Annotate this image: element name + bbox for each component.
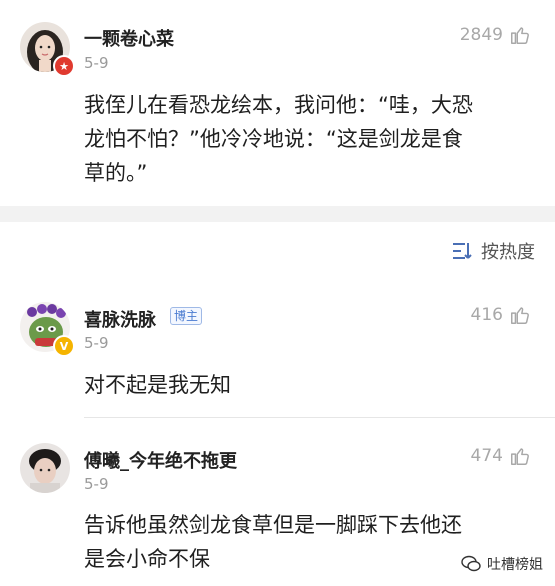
blogger-tag: 博主 xyxy=(170,307,203,325)
wechat-icon xyxy=(461,555,481,572)
post-like-button[interactable]: 2849 xyxy=(460,24,531,46)
post-text: 我侄儿在看恐龙绘本，我问他：“哇，大恐 龙怕不怕？”他冷冷地说：“这是剑龙是食 … xyxy=(84,88,473,190)
comment-text-line: 对不起是我无知 xyxy=(84,373,231,397)
post-date: 5-9 xyxy=(84,54,109,72)
comment-text: 告诉他虽然剑龙食草但是一脚踩下去他还 是会小命不保 xyxy=(84,508,462,576)
watermark: 吐槽榜姐 xyxy=(461,554,543,574)
comment-author-avatar[interactable] xyxy=(20,443,70,493)
sort-label: 按热度 xyxy=(481,242,535,263)
comment-text: 对不起是我无知 xyxy=(84,368,231,402)
thumbs-up-icon xyxy=(511,448,529,465)
comment-like-count: 474 xyxy=(470,446,503,466)
sort-icon xyxy=(453,243,472,259)
comment-text-line: 是会小命不保 xyxy=(84,547,210,571)
comment-text-line: 告诉他虽然剑龙食草但是一脚踩下去他还 xyxy=(84,513,462,537)
comment-like-button[interactable]: 474 xyxy=(471,445,531,467)
comment-date: 5-9 xyxy=(84,334,109,352)
comment-separator xyxy=(84,417,555,418)
comment-like-button[interactable]: 416 xyxy=(471,304,531,326)
comment-author-name[interactable]: 傅曦_今年绝不拖更 xyxy=(84,447,237,473)
post-author-name[interactable]: 一颗卷心菜 xyxy=(84,25,174,51)
sort-by-hot-button[interactable]: 按热度 xyxy=(451,238,535,264)
vip-star-icon: ★ xyxy=(53,55,75,77)
comment-date: 5-9 xyxy=(84,475,109,493)
thumbs-up-icon xyxy=(511,307,529,324)
post-text-line: 草的。” xyxy=(84,161,148,185)
post-like-count: 2849 xyxy=(459,25,503,45)
watermark-label: 吐槽榜姐 xyxy=(487,557,543,573)
post-text-line: 我侄儿在看恐龙绘本，我问他：“哇，大恐 xyxy=(84,93,473,117)
section-divider xyxy=(0,206,555,222)
comment-like-count: 416 xyxy=(470,305,503,325)
verified-badge-icon: V xyxy=(53,335,75,357)
comment-author-name[interactable]: 喜脉洗脉 xyxy=(84,306,156,332)
original-post: ★ 一颗卷心菜 5-9 2849 我侄儿在看恐龙绘本，我问他：“哇，大恐 龙怕不… xyxy=(0,0,555,206)
post-text-line: 龙怕不怕？”他冷冷地说：“这是剑龙是食 xyxy=(84,127,463,151)
thumbs-up-icon xyxy=(511,27,529,44)
